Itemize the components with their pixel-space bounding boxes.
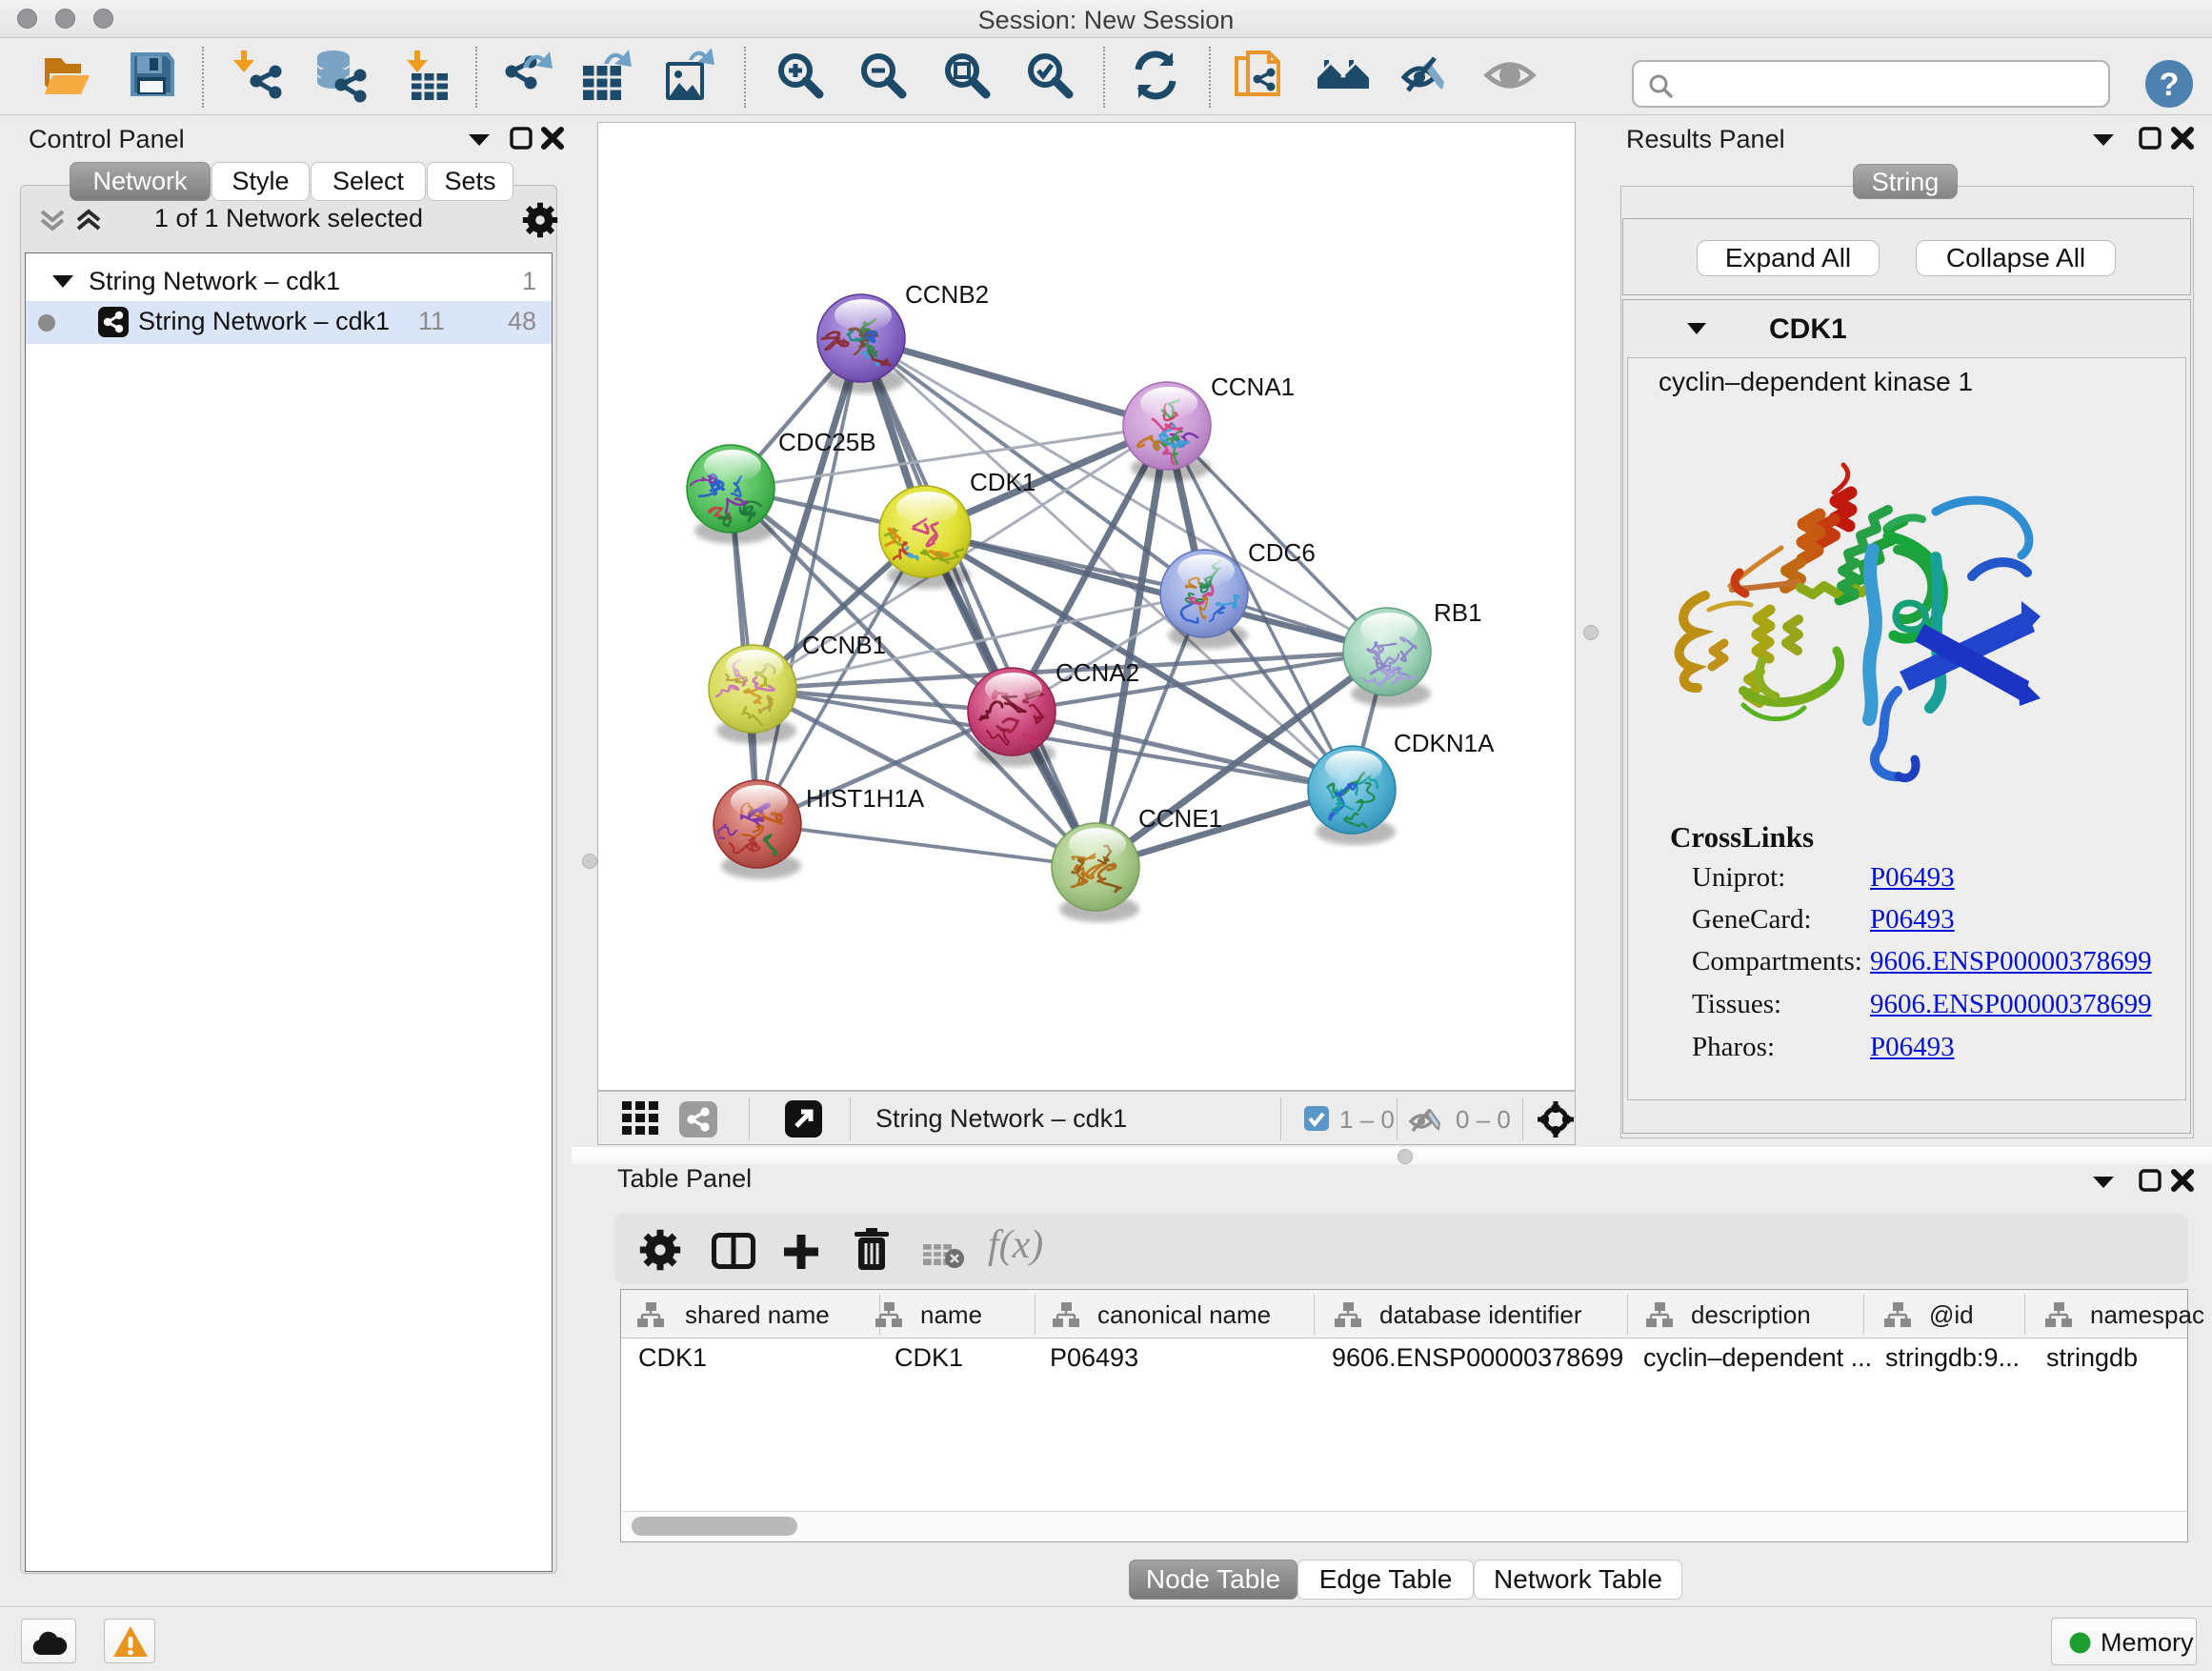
svg-text:?: ?	[2160, 67, 2180, 103]
svg-text:RB1: RB1	[1434, 598, 1482, 627]
svg-text:CCNA2: CCNA2	[1056, 658, 1139, 687]
svg-text:CCNE1: CCNE1	[1138, 804, 1222, 833]
svg-text:CDK1: CDK1	[970, 468, 1036, 496]
svg-text:HIST1H1A: HIST1H1A	[806, 784, 925, 813]
svg-text:CDKN1A: CDKN1A	[1394, 729, 1495, 757]
svg-text:CDC25B: CDC25B	[778, 428, 876, 456]
svg-text:CCNB1: CCNB1	[802, 631, 886, 659]
svg-text:CDC6: CDC6	[1248, 538, 1316, 567]
svg-text:CCNA1: CCNA1	[1211, 372, 1295, 401]
svg-text:CCNB2: CCNB2	[905, 280, 989, 309]
